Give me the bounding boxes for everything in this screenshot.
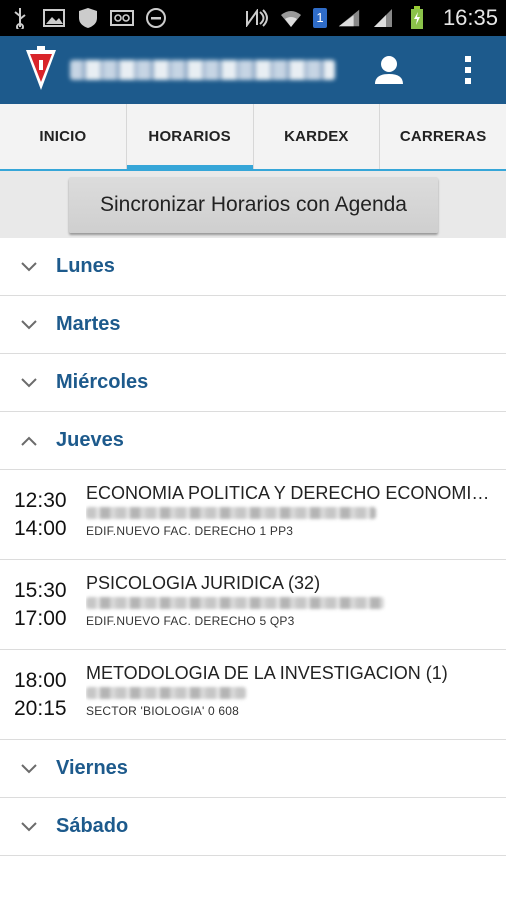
tab-carreras[interactable]: CARRERAS: [380, 104, 506, 169]
usb-icon: [8, 6, 32, 30]
sync-schedule-button[interactable]: Sincronizar Horarios con Agenda: [69, 177, 438, 233]
signal-icon-sim2: [371, 6, 395, 30]
class-item[interactable]: 12:30 14:00 ECONOMIA POLITICA Y DERECHO …: [0, 470, 506, 560]
class-info: ECONOMIA POLITICA Y DERECHO ECONOMICO (3…: [86, 470, 506, 559]
battery-charging-icon: [405, 6, 429, 30]
tab-kardex[interactable]: KARDEX: [254, 104, 381, 169]
voicemail-icon: [110, 6, 134, 30]
tab-horarios[interactable]: HORARIOS: [126, 104, 254, 171]
class-location: SECTOR 'BIOLOGIA' 0 608: [86, 704, 240, 718]
class-info: METODOLOGIA DE LA INVESTIGACION (1) SECT…: [86, 650, 506, 739]
account-icon: [375, 56, 403, 84]
class-times: 12:30 14:00: [0, 470, 86, 559]
class-end-time: 14:00: [14, 516, 67, 540]
signal-icon-sim1: [337, 6, 361, 30]
tab-inicio[interactable]: INICIO: [0, 104, 127, 169]
chevron-down-icon: [0, 763, 56, 774]
day-row-miercoles[interactable]: Miércoles: [0, 354, 506, 412]
class-location: EDIF.NUEVO FAC. DERECHO 5 QP3: [86, 614, 295, 628]
class-title: METODOLOGIA DE LA INVESTIGACION (1): [86, 663, 448, 683]
tab-bar: INICIO HORARIOS KARDEX CARRERAS: [0, 104, 506, 171]
account-button[interactable]: [372, 50, 406, 90]
class-location: EDIF.NUEVO FAC. DERECHO 1 PP3: [86, 524, 294, 538]
nfc-icon: [245, 6, 269, 30]
class-end-time: 17:00: [14, 606, 67, 630]
chevron-down-icon: [0, 261, 56, 272]
wifi-icon: [279, 6, 303, 30]
do-not-disturb-icon: [144, 6, 168, 30]
day-row-lunes[interactable]: Lunes: [0, 238, 506, 296]
status-left-icons: [8, 6, 168, 30]
overflow-menu-button[interactable]: [456, 50, 480, 90]
day-label: Viernes: [56, 757, 128, 779]
teacher-name-redacted: [86, 687, 246, 699]
class-end-time: 20:15: [14, 696, 67, 720]
more-vertical-icon: [465, 56, 471, 84]
class-info: PSICOLOGIA JURIDICA (32) EDIF.NUEVO FAC.…: [86, 560, 506, 649]
class-title: ECONOMIA POLITICA Y DERECHO ECONOMICO (3…: [86, 483, 498, 503]
image-icon: [42, 6, 66, 30]
class-item[interactable]: 18:00 20:15 METODOLOGIA DE LA INVESTIGAC…: [0, 650, 506, 740]
shield-icon: [76, 6, 100, 30]
class-start-time: 15:30: [14, 578, 67, 602]
university-logo: [24, 46, 58, 92]
day-label: Miércoles: [56, 371, 149, 393]
status-bar: 1 16:35: [0, 0, 506, 36]
class-title: PSICOLOGIA JURIDICA (32): [86, 573, 321, 593]
class-start-time: 12:30: [14, 488, 67, 512]
status-right-icons: 1 16:35: [245, 5, 498, 31]
sync-area: Sincronizar Horarios con Agenda: [0, 171, 506, 238]
day-row-martes[interactable]: Martes: [0, 296, 506, 354]
teacher-name-redacted: [86, 507, 376, 519]
chevron-up-icon: [0, 436, 56, 446]
class-start-time: 18:00: [14, 668, 67, 692]
sim-badge: 1: [312, 8, 327, 28]
schedule-list: Lunes Martes Miércoles Jueves 12:30 14:0…: [0, 238, 506, 856]
class-times: 15:30 17:00: [0, 560, 86, 649]
day-label: Lunes: [56, 255, 115, 277]
teacher-name-redacted: [86, 597, 384, 609]
day-label: Martes: [56, 313, 121, 335]
app-bar: [0, 36, 506, 104]
status-time: 16:35: [442, 5, 498, 30]
app-title-redacted: [70, 60, 335, 80]
day-label: Sábado: [56, 815, 129, 837]
day-row-sabado[interactable]: Sábado: [0, 798, 506, 856]
day-row-viernes[interactable]: Viernes: [0, 740, 506, 798]
day-label: Jueves: [56, 429, 124, 451]
class-item[interactable]: 15:30 17:00 PSICOLOGIA JURIDICA (32) EDI…: [0, 560, 506, 650]
chevron-down-icon: [0, 821, 56, 832]
chevron-down-icon: [0, 377, 56, 388]
class-times: 18:00 20:15: [0, 650, 86, 739]
day-row-jueves[interactable]: Jueves: [0, 412, 506, 470]
chevron-down-icon: [0, 319, 56, 330]
